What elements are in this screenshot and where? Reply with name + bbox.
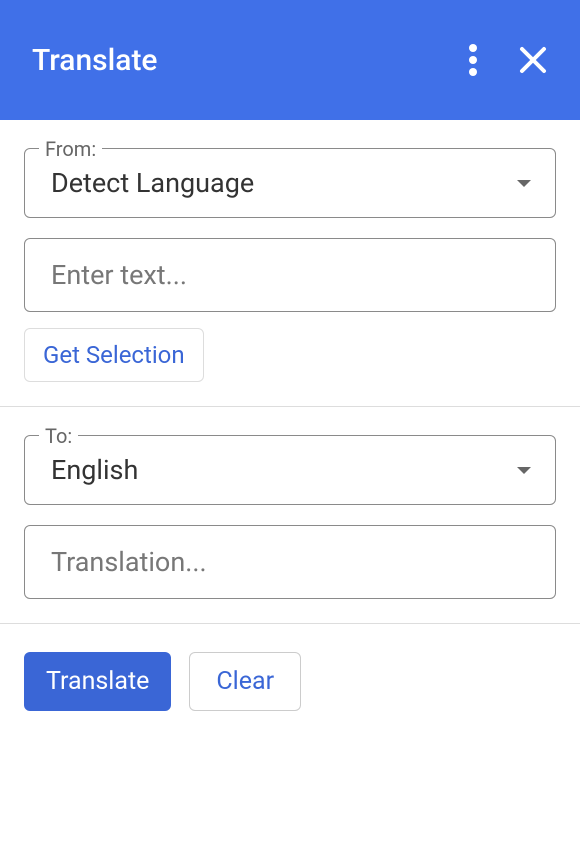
app-title: Translate xyxy=(32,43,158,78)
close-icon xyxy=(518,45,548,75)
from-language-field: From: Detect Language xyxy=(24,148,556,218)
to-language-field: To: English xyxy=(24,435,556,505)
translation-placeholder: Translation... xyxy=(51,546,529,578)
translate-button[interactable]: Translate xyxy=(24,652,171,711)
to-language-select[interactable]: English xyxy=(25,436,555,504)
more-options-button[interactable] xyxy=(464,39,482,81)
app-header: Translate xyxy=(0,0,580,120)
to-label: To: xyxy=(39,424,78,448)
get-selection-button[interactable]: Get Selection xyxy=(24,328,204,382)
close-button[interactable] xyxy=(514,41,552,79)
content-area: From: Detect Language Enter text... Get … xyxy=(0,120,580,739)
chevron-down-icon xyxy=(517,180,531,187)
section-divider xyxy=(0,406,580,407)
to-language-value: English xyxy=(51,454,138,486)
from-label: From: xyxy=(39,137,102,161)
source-text-input[interactable]: Enter text... xyxy=(24,238,556,312)
action-buttons: Translate Clear xyxy=(24,652,556,739)
clear-button[interactable]: Clear xyxy=(189,652,301,711)
section-divider xyxy=(0,623,580,624)
translation-output[interactable]: Translation... xyxy=(24,525,556,599)
header-actions xyxy=(464,39,552,81)
more-vert-icon xyxy=(468,43,478,77)
chevron-down-icon xyxy=(517,467,531,474)
from-language-value: Detect Language xyxy=(51,167,254,199)
source-text-placeholder: Enter text... xyxy=(51,259,529,291)
from-language-select[interactable]: Detect Language xyxy=(25,149,555,217)
